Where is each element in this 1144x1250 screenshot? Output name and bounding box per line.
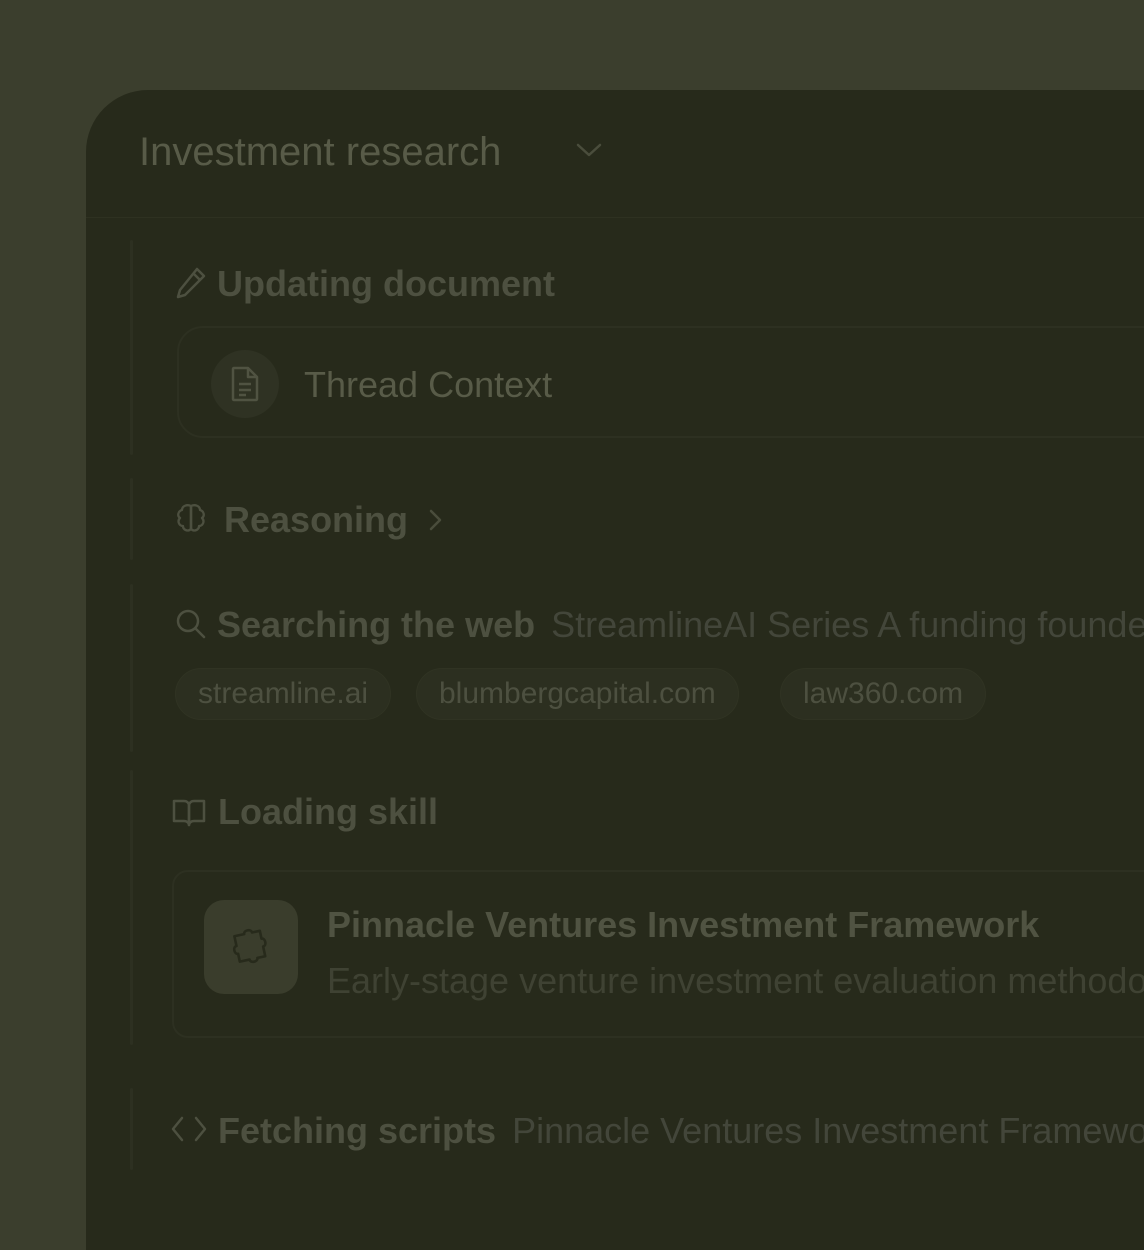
document-card[interactable]: Thread Context bbox=[177, 326, 1144, 438]
search-icon bbox=[176, 609, 206, 639]
step-label: Fetching scripts bbox=[218, 1110, 497, 1151]
puzzle-icon bbox=[232, 928, 267, 964]
thread-header: Investment research bbox=[86, 90, 1144, 218]
pencil-icon bbox=[176, 267, 206, 299]
step-divider bbox=[130, 478, 133, 560]
thread-title[interactable]: Investment research bbox=[139, 130, 501, 175]
step-divider bbox=[130, 584, 133, 752]
file-text-icon bbox=[231, 366, 259, 402]
step-searching-web: Searching the web StreamlineAI Series A … bbox=[217, 600, 1144, 650]
scripts-detail: Pinnacle Ventures Investment Framework bbox=[512, 1110, 1144, 1151]
step-fetching-scripts: Fetching scripts Pinnacle Ventures Inves… bbox=[218, 1106, 1144, 1156]
book-open-icon bbox=[172, 799, 206, 827]
skill-icon-wrap bbox=[204, 900, 298, 994]
step-label: Loading skill bbox=[218, 791, 439, 832]
skill-title: Pinnacle Ventures Investment Framework bbox=[327, 904, 1040, 945]
skill-card[interactable]: Pinnacle Ventures Investment Framework E… bbox=[172, 870, 1144, 1038]
brain-icon bbox=[177, 504, 205, 532]
chevron-down-icon[interactable] bbox=[576, 142, 602, 158]
skill-description: Early-stage venture investment evaluatio… bbox=[327, 960, 1144, 1001]
step-label: Searching the web bbox=[217, 604, 536, 645]
search-query: StreamlineAI Series A funding founders bbox=[551, 604, 1144, 645]
source-chip[interactable]: law360.com bbox=[780, 668, 987, 720]
document-name: Thread Context bbox=[304, 364, 553, 405]
code-icon bbox=[171, 1116, 207, 1142]
source-chip[interactable]: streamline.ai bbox=[175, 668, 392, 720]
chevron-right-icon[interactable] bbox=[428, 509, 442, 531]
document-icon-wrap bbox=[211, 350, 279, 418]
step-divider bbox=[130, 1088, 133, 1170]
step-label: Updating document bbox=[217, 263, 555, 304]
step-reasoning[interactable]: Reasoning bbox=[224, 495, 408, 545]
step-updating-document: Updating document bbox=[217, 259, 555, 309]
thread-panel: Investment research Updating document Th… bbox=[86, 90, 1144, 1250]
step-divider bbox=[130, 770, 133, 1045]
step-loading-skill: Loading skill bbox=[218, 787, 438, 837]
step-divider bbox=[130, 240, 133, 455]
source-chip[interactable]: blumbergcapital.com bbox=[416, 668, 739, 720]
step-label: Reasoning bbox=[224, 499, 409, 540]
